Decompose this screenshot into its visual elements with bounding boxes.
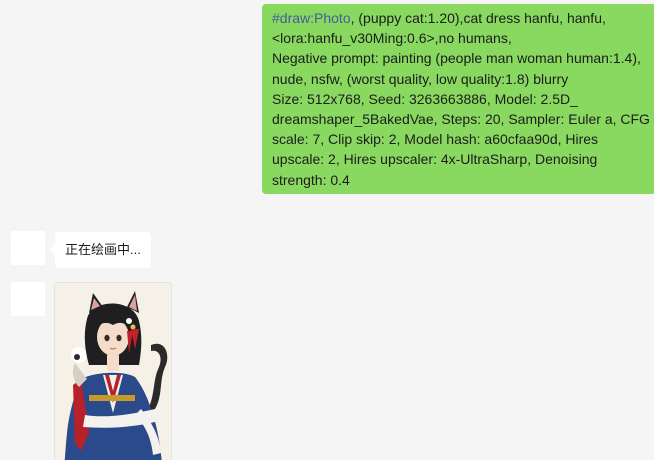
generated-image (55, 283, 171, 460)
bot-avatar-image[interactable] (11, 282, 45, 316)
outgoing-message-text: , (puppy cat:1.20),cat dress hanfu, hanf… (272, 10, 650, 188)
incoming-status-text: 正在绘画中... (65, 242, 141, 257)
draw-command: #draw:Photo (272, 10, 351, 26)
generated-image-message[interactable] (54, 282, 172, 460)
outgoing-message-bubble[interactable]: #draw:Photo, (puppy cat:1.20),cat dress … (262, 4, 654, 194)
incoming-status-bubble[interactable]: 正在绘画中... (49, 232, 151, 268)
chat-window: #draw:Photo, (puppy cat:1.20),cat dress … (0, 0, 654, 460)
bot-avatar[interactable] (11, 231, 45, 265)
